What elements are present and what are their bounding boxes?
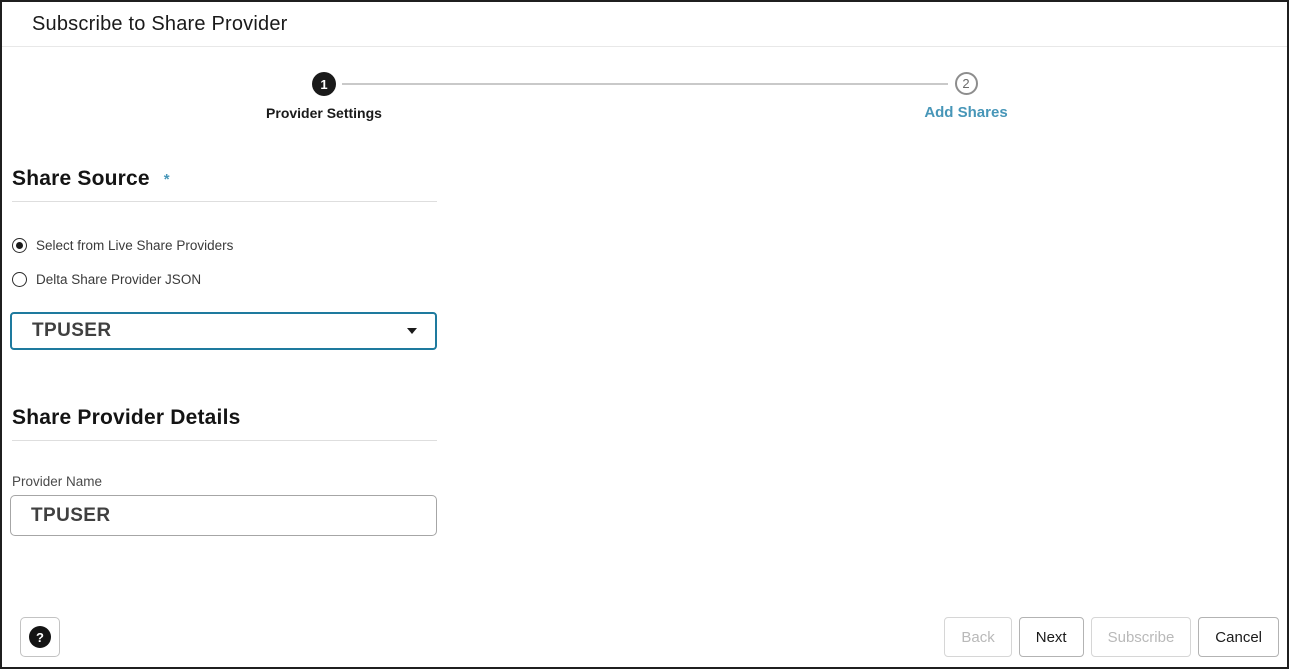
share-source-radio-group: Select from Live Share Providers Delta S…	[12, 238, 1287, 287]
share-source-heading: Share Source	[12, 167, 150, 190]
dialog-body: Share Source * Select from Live Share Pr…	[2, 167, 1287, 536]
radio-delta-share-json[interactable]: Delta Share Provider JSON	[12, 272, 1287, 287]
provider-dropdown[interactable]: TPUSER	[10, 312, 437, 350]
dialog-footer: ? Back Next Subscribe Cancel	[20, 617, 1279, 657]
provider-name-label: Provider Name	[12, 474, 103, 489]
help-button[interactable]: ?	[20, 617, 60, 657]
step-1-label: Provider Settings	[266, 105, 382, 121]
question-mark-icon: ?	[29, 626, 51, 648]
provider-details-heading: Share Provider Details	[12, 406, 241, 429]
provider-name-input[interactable]	[10, 495, 437, 536]
radio-unselected-icon[interactable]	[12, 272, 27, 287]
dialog-title: Subscribe to Share Provider	[32, 12, 288, 35]
next-button[interactable]: Next	[1018, 617, 1084, 657]
radio-selected-icon[interactable]	[12, 238, 27, 253]
provider-dropdown-value: TPUSER	[32, 320, 112, 341]
subscribe-dialog: Subscribe to Share Provider 1 Provider S…	[0, 0, 1289, 669]
radio-delta-share-json-label: Delta Share Provider JSON	[36, 272, 202, 287]
radio-live-share-providers[interactable]: Select from Live Share Providers	[12, 238, 1287, 253]
provider-details-divider	[12, 440, 437, 441]
share-source-heading-row: Share Source *	[12, 167, 1287, 191]
dialog-header: Subscribe to Share Provider	[2, 2, 1287, 47]
required-asterisk: *	[163, 171, 170, 188]
subscribe-button[interactable]: Subscribe	[1090, 617, 1192, 657]
provider-details-heading-row: Share Provider Details	[12, 406, 1287, 430]
cancel-button[interactable]: Cancel	[1198, 617, 1279, 657]
radio-live-share-providers-label: Select from Live Share Providers	[36, 238, 234, 253]
share-source-divider	[12, 201, 437, 202]
back-button[interactable]: Back	[944, 617, 1012, 657]
chevron-down-icon	[407, 328, 417, 334]
wizard-stepper: 1 Provider Settings 2 Add Shares	[2, 47, 1287, 139]
step-2-circle: 2	[954, 72, 978, 95]
step-1-circle: 1	[312, 72, 336, 96]
footer-button-group: Back Next Subscribe Cancel	[944, 617, 1279, 657]
step-2-label: Add Shares	[924, 104, 1008, 121]
step-add-shares[interactable]: 2 Add Shares	[856, 72, 1076, 121]
step-provider-settings[interactable]: 1 Provider Settings	[214, 72, 434, 121]
